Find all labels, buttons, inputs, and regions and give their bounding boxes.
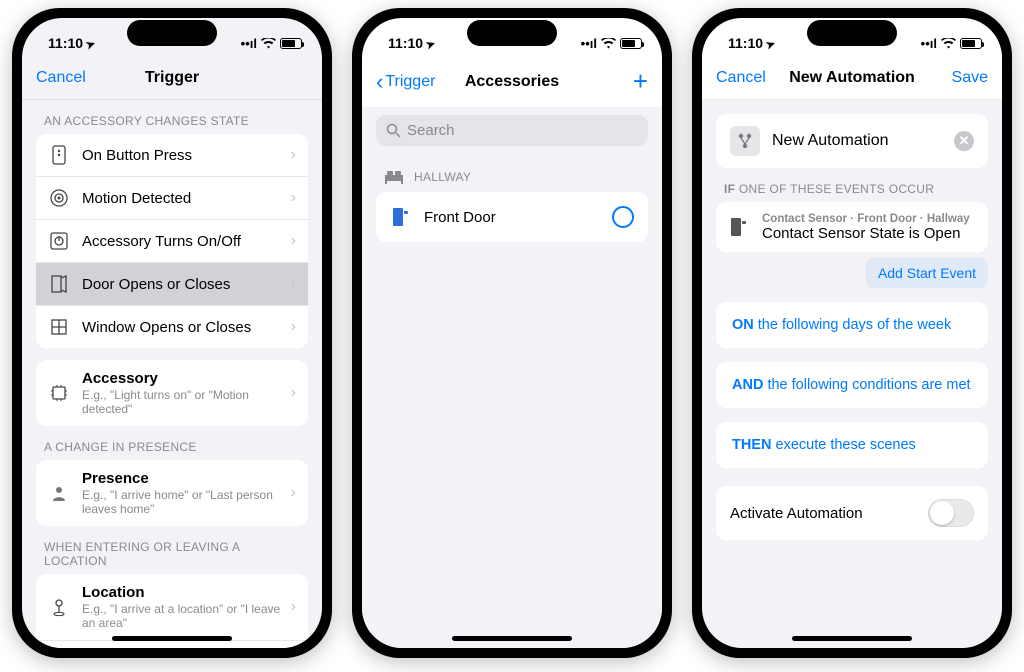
door-sensor-icon (728, 216, 750, 238)
battery-icon (620, 38, 642, 49)
remote-icon (48, 144, 70, 166)
then-scenes-card[interactable]: THEN execute these scenes (716, 422, 988, 468)
chevron-right-icon: › (291, 598, 296, 616)
person-icon (48, 482, 70, 504)
dynamic-island (127, 20, 217, 46)
cancel-button[interactable]: Cancel (36, 69, 86, 87)
on-days-card[interactable]: ON the following days of the week (716, 302, 988, 348)
chevron-right-icon: › (291, 384, 296, 402)
room-header: Hallway (362, 150, 662, 192)
wifi-icon (261, 38, 276, 49)
room-icon (384, 170, 404, 184)
automation-icon (730, 126, 760, 156)
nav-title: Trigger (98, 69, 246, 87)
row-ibeacon[interactable]: iBeacon E.g., "I get close to a Bluetoot… (36, 640, 308, 648)
and-conditions-card[interactable]: AND the following conditions are met (716, 362, 988, 408)
row-button-press[interactable]: On Button Press › (36, 134, 308, 176)
motion-icon (48, 187, 70, 209)
signal-icon: ••ıl (241, 36, 257, 51)
accessory-front-door[interactable]: Front Door (376, 192, 648, 242)
row-accessory-on-off[interactable]: Accessory Turns On/Off › (36, 219, 308, 262)
navigation-bar: ‹ Trigger Accessories + (362, 60, 662, 107)
pin-icon (48, 596, 70, 618)
status-time: 11:10 (48, 35, 95, 51)
add-start-event-button[interactable]: Add Start Event (866, 258, 988, 288)
row-window-opens[interactable]: Window Opens or Closes › (36, 305, 308, 348)
presence-card[interactable]: Presence E.g., "I arrive home" or "Last … (36, 460, 308, 526)
automation-name: New Automation (772, 132, 954, 150)
row-door-opens[interactable]: Door Opens or Closes › (36, 262, 308, 305)
chevron-right-icon: › (291, 484, 296, 502)
phone-new-automation: 11:10 ••ıl Cancel New Automation Save Ne… (692, 8, 1012, 658)
phone-trigger: 11:10 ••ıl Cancel Trigger An Accessory C… (12, 8, 332, 658)
automation-name-row[interactable]: New Automation ✕ (716, 114, 988, 168)
search-input[interactable]: Search (376, 115, 648, 146)
status-time: 11:10 (388, 35, 435, 51)
row-location[interactable]: Location E.g., "I arrive at a location" … (36, 574, 308, 640)
door-icon (48, 273, 70, 295)
section-header-state: An Accessory Changes State (22, 100, 322, 134)
home-indicator[interactable] (792, 636, 912, 641)
event-card[interactable]: Contact Sensor · Front Door · Hallway Co… (716, 202, 988, 252)
chevron-right-icon: › (291, 318, 296, 336)
battery-icon (960, 38, 982, 49)
battery-icon (280, 38, 302, 49)
clear-name-button[interactable]: ✕ (954, 131, 974, 151)
navigation-bar: Cancel Trigger (22, 60, 322, 100)
accessory-list: Front Door (376, 192, 648, 242)
section-if: IF one of these events occur (702, 168, 1002, 202)
chevron-right-icon: › (291, 275, 296, 293)
cancel-button[interactable]: Cancel (716, 69, 766, 87)
activate-toggle[interactable] (928, 499, 974, 527)
power-icon (48, 230, 70, 252)
dynamic-island (807, 20, 897, 46)
nav-title: Accessories (438, 73, 586, 91)
activate-row: Activate Automation (716, 486, 988, 540)
phone-accessories: 11:10 ••ıl ‹ Trigger Accessories + Sea (352, 8, 672, 658)
navigation-bar: Cancel New Automation Save (702, 60, 1002, 100)
wifi-icon (601, 38, 616, 49)
chip-icon (48, 382, 70, 404)
accessory-card[interactable]: Accessory E.g., "Light turns on" or "Mot… (36, 360, 308, 426)
radio-unselected[interactable] (612, 206, 634, 228)
search-icon (386, 123, 401, 138)
save-button[interactable]: Save (952, 69, 988, 87)
state-triggers-card: On Button Press › Motion Detected › Acce… (36, 134, 308, 348)
home-indicator[interactable] (452, 636, 572, 641)
add-button[interactable]: + (633, 66, 648, 97)
row-motion-detected[interactable]: Motion Detected › (36, 176, 308, 219)
section-header-presence: A Change in Presence (22, 426, 322, 460)
window-icon (48, 316, 70, 338)
door-sensor-icon (390, 206, 412, 228)
home-indicator[interactable] (112, 636, 232, 641)
nav-title: New Automation (778, 69, 926, 87)
chevron-right-icon: › (291, 189, 296, 207)
dynamic-island (467, 20, 557, 46)
chevron-right-icon: › (291, 146, 296, 164)
chevron-right-icon: › (291, 232, 296, 250)
back-button[interactable]: ‹ Trigger (376, 69, 438, 95)
section-header-location: When Entering or leaving a location (22, 526, 322, 574)
wifi-icon (941, 38, 956, 49)
status-time: 11:10 (728, 35, 775, 51)
